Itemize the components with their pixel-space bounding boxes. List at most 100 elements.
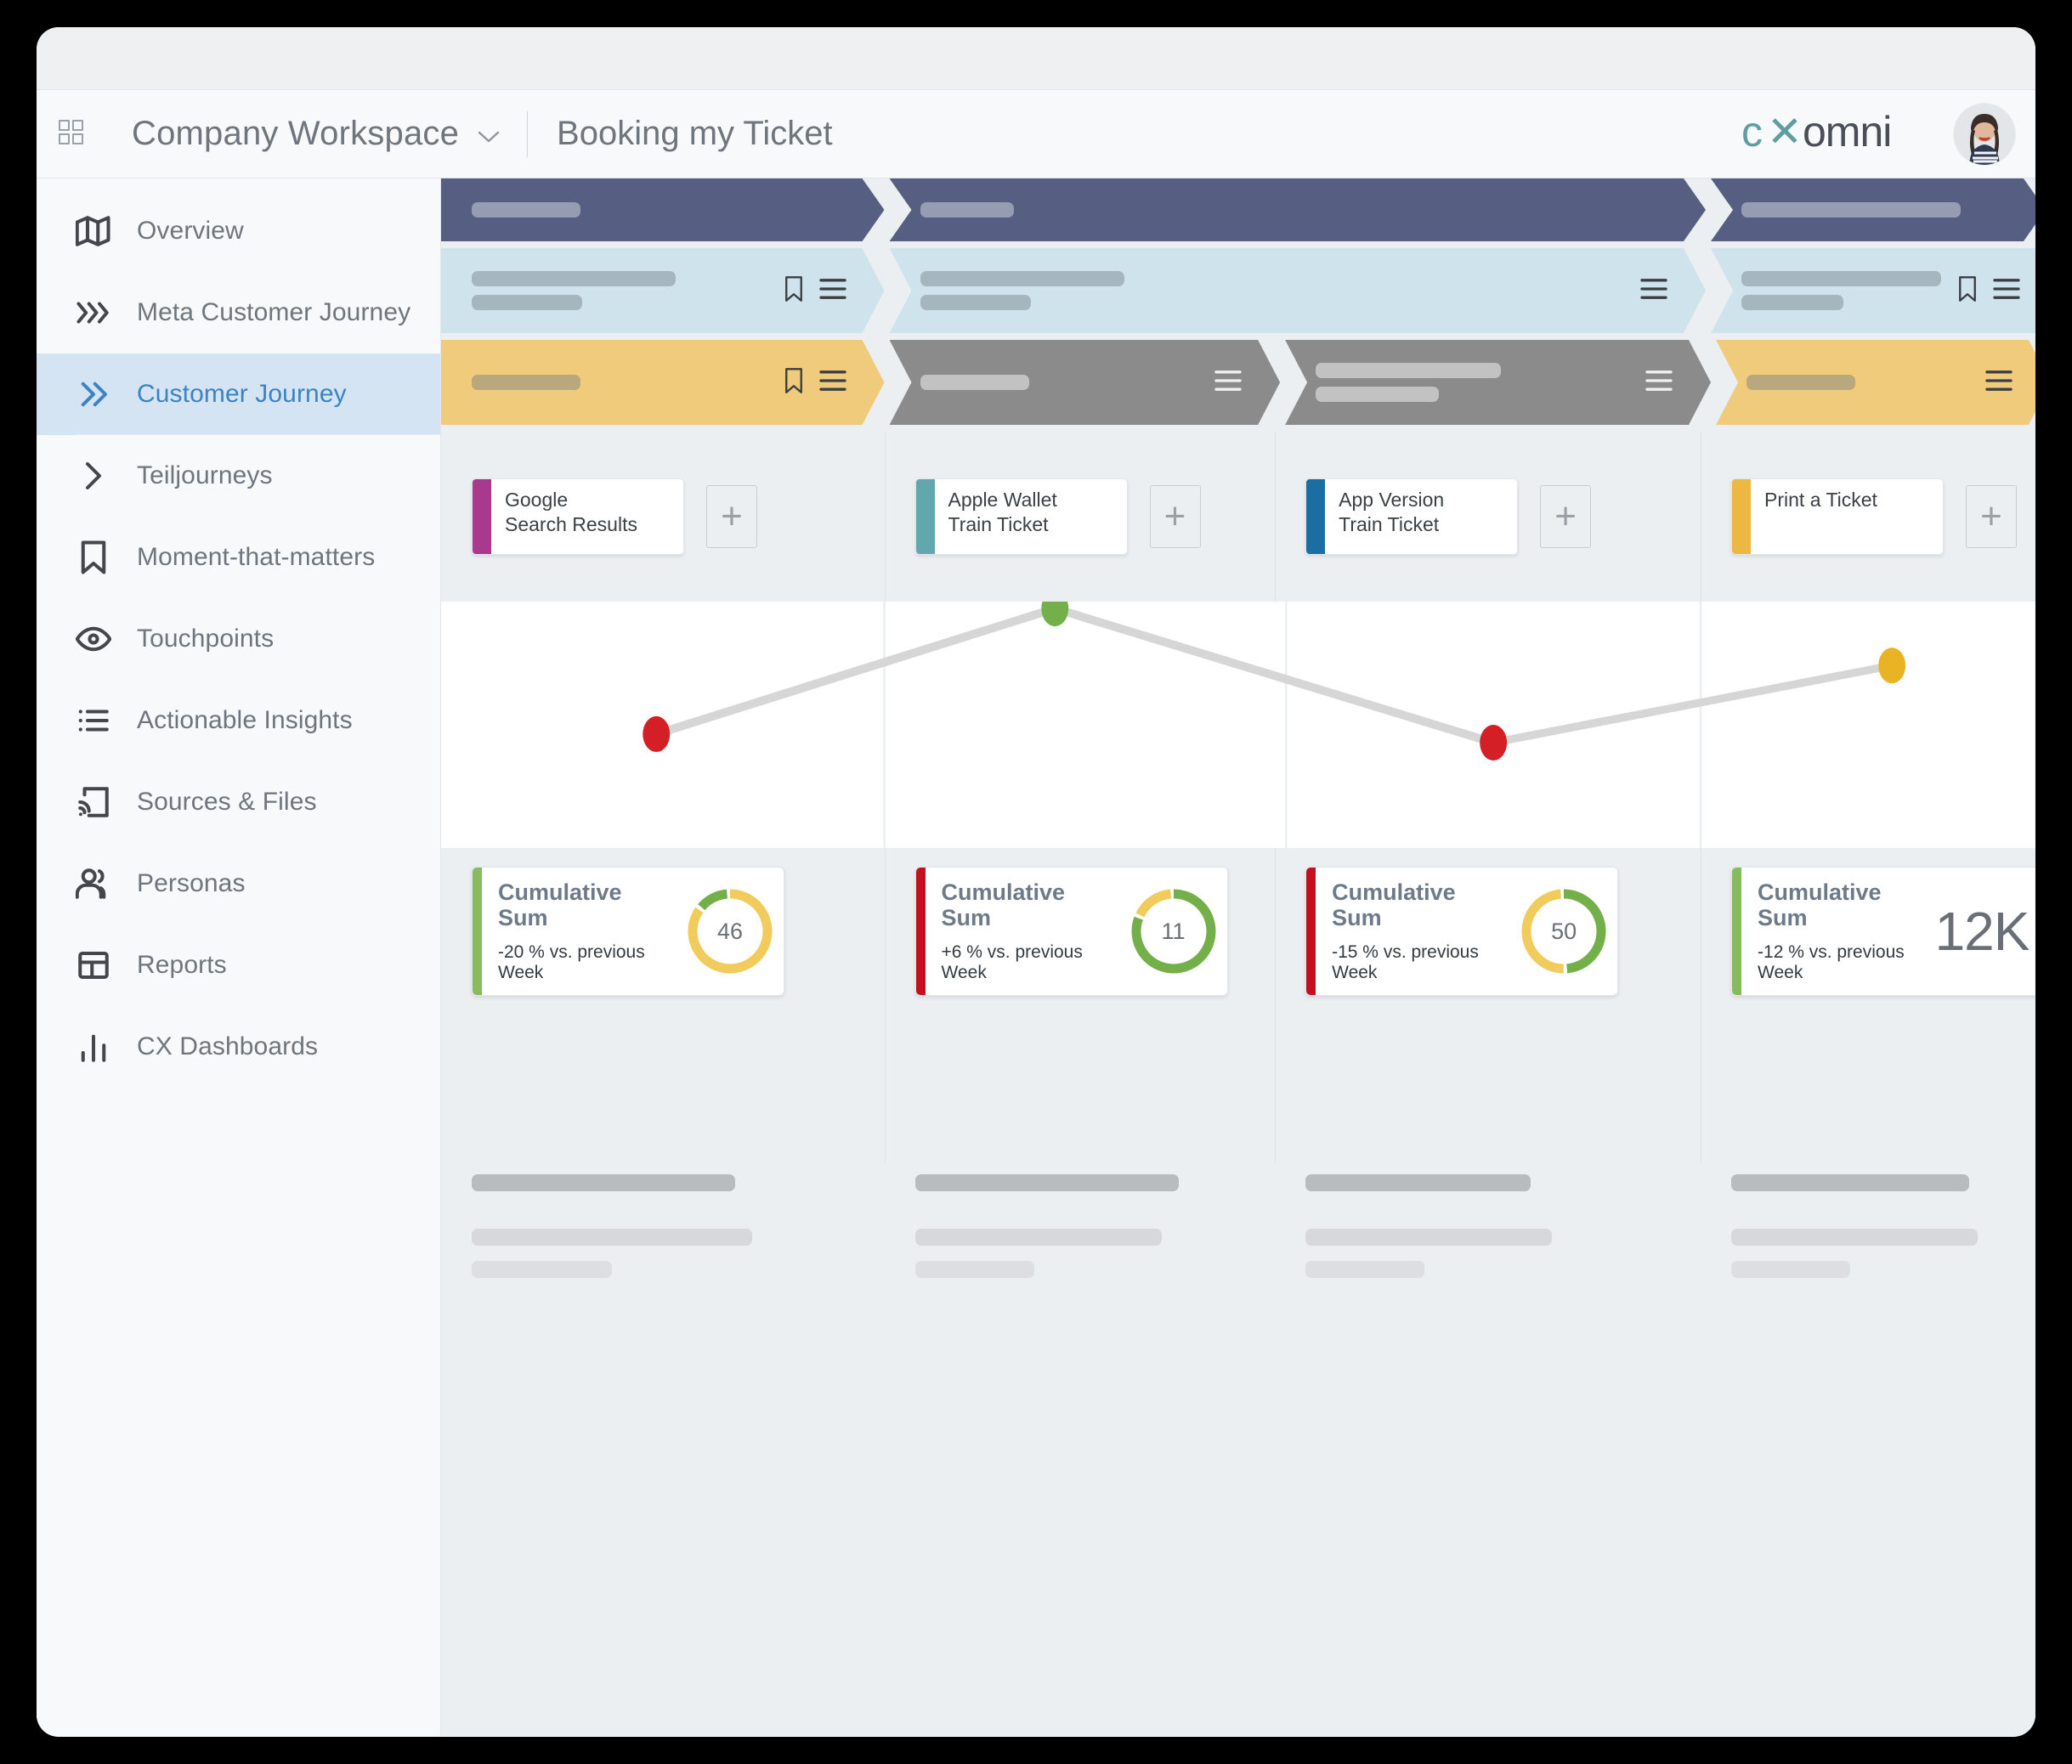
sidebar-item-personas[interactable]: Personas xyxy=(37,843,440,924)
add-touchpoint-button[interactable]: + xyxy=(706,485,757,548)
add-touchpoint-button[interactable]: + xyxy=(1966,485,2018,548)
kpi-value: 50 xyxy=(1551,918,1577,944)
step-cell[interactable] xyxy=(1285,340,1711,425)
sidebar-item-meta-customer-journey[interactable]: Meta Customer Journey xyxy=(37,272,440,353)
sidebar-item-actionable-insights[interactable]: Actionable Insights xyxy=(37,680,440,761)
hamburger-menu-icon[interactable] xyxy=(818,369,847,397)
touchpoint-column: Print a Ticket + xyxy=(1701,432,2035,602)
stage-cell-tools xyxy=(781,274,869,308)
touchpoint-line-1: App Version xyxy=(1339,489,1445,511)
placeholder-bar xyxy=(472,1229,752,1246)
step-cell-tools xyxy=(781,366,869,399)
users-icon xyxy=(76,866,122,902)
app-window: Company Workspace Booking my Ticket c ✕ … xyxy=(37,27,2035,1737)
eye-icon xyxy=(76,621,122,657)
stage-cell[interactable] xyxy=(890,248,1707,333)
experience-line-chart xyxy=(441,602,2035,848)
kpi-title: Cumulative Sum xyxy=(941,879,1066,930)
avatar[interactable] xyxy=(1954,103,2015,165)
placeholder-bar xyxy=(1731,1174,1970,1191)
kpi-card[interactable]: Cumulative Sum -20 % vs. previous Week 46 xyxy=(472,867,784,996)
kpi-card[interactable]: Cumulative Sum +6 % vs. previous Week 11 xyxy=(914,867,1228,996)
placeholder-bar xyxy=(1316,363,1501,378)
hamburger-menu-icon[interactable] xyxy=(1214,369,1243,397)
phase-cell[interactable] xyxy=(890,178,1707,241)
step-cell[interactable] xyxy=(441,340,885,425)
touchpoint-card[interactable]: Print a Ticket xyxy=(1731,478,1945,555)
chevron-down-icon[interactable] xyxy=(478,125,500,147)
column-divider xyxy=(884,432,886,602)
svg-text:omni: omni xyxy=(1803,110,1891,155)
hamburger-menu-icon[interactable] xyxy=(1639,277,1668,305)
bookmark-icon[interactable] xyxy=(781,274,807,308)
kpi-donut-chart: 46 xyxy=(686,887,774,975)
kpi-column: Cumulative Sum -15 % vs. previous Week 50 xyxy=(1275,848,1701,1162)
workspace-name[interactable]: Company Workspace xyxy=(132,115,459,153)
placeholder-bar xyxy=(914,1229,1162,1246)
kpi-text: Cumulative Sum -12 % vs. previous Week xyxy=(1732,879,1936,983)
placeholder-bar xyxy=(920,202,1014,218)
phase-cell-content xyxy=(472,202,869,218)
sidebar-item-label: Personas xyxy=(137,869,246,897)
header-right-cluster: c ✕ omni xyxy=(1741,103,2015,165)
step-cell-content xyxy=(920,375,1201,390)
placeholder-bar xyxy=(472,202,580,218)
content-placeholder-band xyxy=(441,1162,2035,1324)
kpi-status-accent xyxy=(473,868,482,995)
kpi-status-accent xyxy=(1306,868,1316,995)
phase-cell[interactable] xyxy=(441,178,885,241)
touchpoint-color-stripe xyxy=(1306,479,1326,554)
step-cell-content xyxy=(1316,363,1631,402)
stage-cell-content xyxy=(1741,271,1941,310)
hamburger-menu-icon[interactable] xyxy=(1645,369,1673,397)
touchpoint-card[interactable]: Google Search Results xyxy=(472,478,684,555)
sidebar-item-sources-files[interactable]: Sources & Files xyxy=(37,761,440,843)
sidebar-item-label: Reports xyxy=(137,951,227,979)
sidebar-item-moment-that-matters[interactable]: Moment-that-matters xyxy=(37,517,440,598)
touchpoint-card[interactable]: Apple Wallet Train Ticket xyxy=(914,478,1128,555)
hamburger-menu-icon[interactable] xyxy=(1984,369,2013,397)
placeholder-bar xyxy=(1305,1174,1531,1191)
step-cell-content xyxy=(1746,375,1971,390)
touchpoint-card[interactable]: App Version Train Ticket xyxy=(1305,478,1519,555)
bookmark-icon[interactable] xyxy=(1955,274,1980,308)
bookmark-icon[interactable] xyxy=(781,366,807,399)
sidebar-item-touchpoints[interactable]: Touchpoints xyxy=(37,598,440,680)
add-touchpoint-button[interactable]: + xyxy=(1149,485,1201,548)
touchpoint-label: Apple Wallet Train Ticket xyxy=(935,479,1073,554)
sidebar-item-teiljourneys[interactable]: Teiljourneys xyxy=(37,435,440,517)
hamburger-menu-icon[interactable] xyxy=(1992,277,2021,305)
touchpoint-column: Google Search Results + xyxy=(441,432,885,602)
phase-cell[interactable] xyxy=(1711,178,2035,241)
placeholder-bar xyxy=(1741,202,1961,218)
stage-cell[interactable] xyxy=(441,248,885,333)
phase-cell-content xyxy=(1741,202,2030,218)
touchpoint-color-stripe xyxy=(915,479,935,554)
phase-row xyxy=(441,178,2035,241)
kpi-title: Cumulative Sum xyxy=(1332,879,1456,930)
sidebar-item-overview[interactable]: Overview xyxy=(37,190,440,272)
sidebar-item-label: Teiljourneys xyxy=(137,461,273,489)
kpi-card[interactable]: Cumulative Sum -15 % vs. previous Week 50 xyxy=(1305,867,1619,996)
touchpoint-line-1: Print a Ticket xyxy=(1764,489,1877,511)
hamburger-menu-icon[interactable] xyxy=(818,277,847,305)
grid-menu-icon[interactable] xyxy=(59,119,88,149)
sidebar-item-label: Touchpoints xyxy=(137,625,275,653)
touchpoint-band: Google Search Results + Apple Wallet Train T… xyxy=(441,432,2035,602)
sidebar-item-cx-dashboards[interactable]: CX Dashboards xyxy=(37,1006,440,1088)
step-cell[interactable] xyxy=(1716,340,2035,425)
kpi-title: Cumulative Sum xyxy=(1758,879,1882,930)
sidebar-item-reports[interactable]: Reports xyxy=(37,924,440,1006)
kpi-text: Cumulative Sum -20 % vs. previous Week xyxy=(473,879,677,983)
touchpoint-line-1: Google xyxy=(505,489,569,511)
kpi-card[interactable]: Cumulative Sum -12 % vs. previous Week 12K xyxy=(1731,867,2035,996)
journey-canvas: Google Search Results + Apple Wallet Train T… xyxy=(441,178,2035,1736)
sidebar-item-customer-journey[interactable]: Customer Journey xyxy=(37,353,440,435)
column-divider xyxy=(1275,848,1277,1162)
kpi-column: Cumulative Sum -12 % vs. previous Week 12K xyxy=(1701,848,2035,1162)
journey-board: Google Search Results + Apple Wallet Train T… xyxy=(441,178,2035,1324)
stage-cell[interactable] xyxy=(1711,248,2035,333)
step-cell[interactable] xyxy=(890,340,1281,425)
add-touchpoint-button[interactable]: + xyxy=(1540,485,1592,548)
sidebar: Overview Meta Customer Journey Customer Jo… xyxy=(37,178,441,1736)
